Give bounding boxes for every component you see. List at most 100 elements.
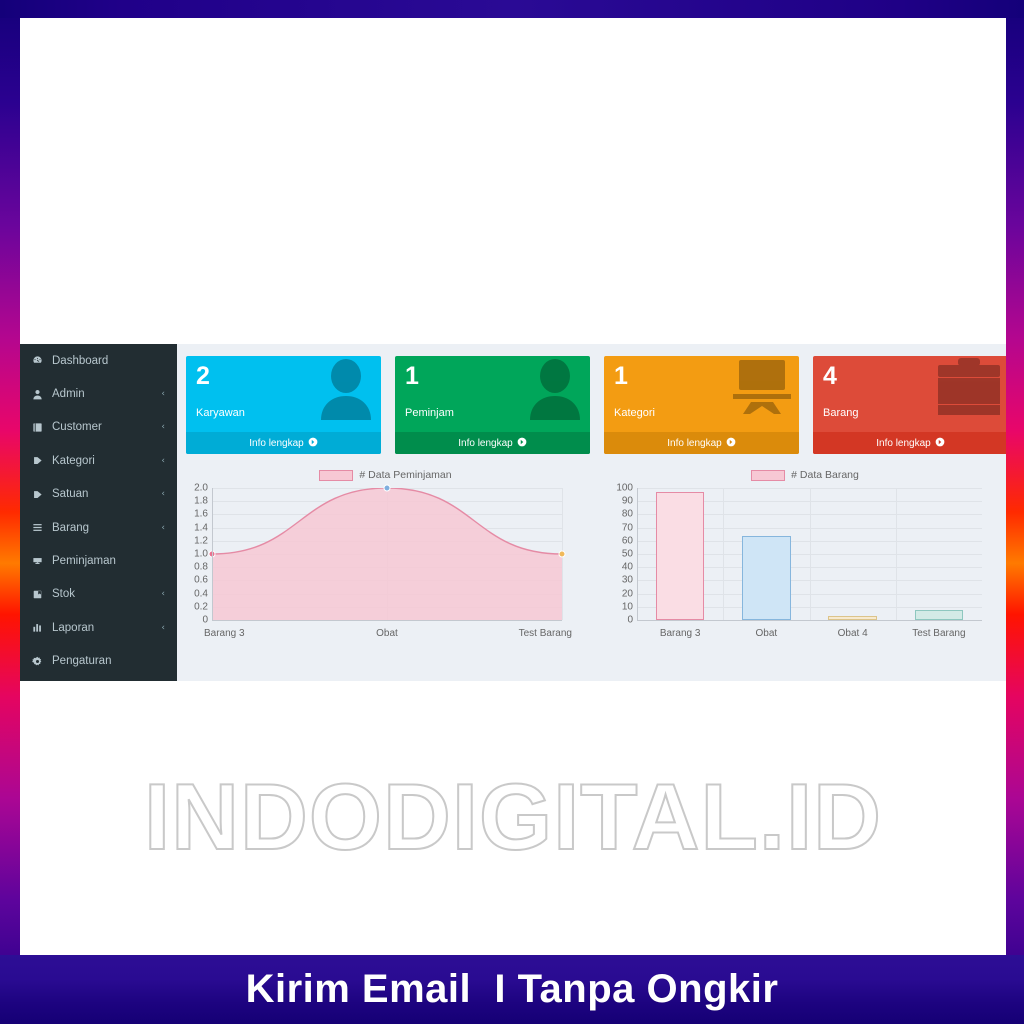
- x-tick-label: Test Barang: [518, 628, 572, 639]
- sidebar-item-peminjaman[interactable]: Peminjaman: [20, 544, 177, 577]
- arrow-circle-right-icon: [308, 437, 318, 450]
- y-tick-label: 1.8: [194, 495, 208, 507]
- chevron-left-icon: ‹: [161, 389, 165, 400]
- chevron-left-icon: ‹: [161, 489, 165, 500]
- sidebar-item-dashboard[interactable]: Dashboard: [20, 344, 177, 377]
- bar: [742, 535, 791, 620]
- card-body: 1 Kategori: [604, 356, 799, 432]
- chart-bar-icon: [29, 622, 46, 633]
- sidebar-item-label: Barang: [52, 521, 90, 534]
- y-tick-label: 0.8: [194, 561, 208, 573]
- arrow-circle-right-icon: [517, 437, 527, 450]
- white-page-sheet: Dashboard Admin ‹ Customer ‹ Kategori ‹ …: [20, 18, 1006, 955]
- card-footer-label: Info lengkap: [876, 437, 931, 449]
- card-footer-label: Info lengkap: [458, 437, 513, 449]
- box-icon: [29, 589, 46, 600]
- sidebar-item-barang[interactable]: Barang ‹: [20, 511, 177, 544]
- bar: [914, 610, 964, 620]
- bar: [655, 491, 705, 620]
- sidebar-item-kategori[interactable]: Kategori ‹: [20, 444, 177, 477]
- stat-card-kategori[interactable]: 1 Kategori Info lengkap: [604, 356, 799, 454]
- sidebar-item-admin[interactable]: Admin ‹: [20, 377, 177, 410]
- x-tick-label: Barang 3: [659, 628, 701, 639]
- sidebar-item-label: Peminjaman: [52, 555, 116, 568]
- arrow-circle-right-icon: [726, 437, 736, 450]
- legend-label: # Data Peminjaman: [359, 469, 452, 481]
- card-number: 1: [614, 362, 628, 390]
- sidebar-item-laporan[interactable]: Laporan ‹: [20, 611, 177, 644]
- chevron-left-icon: ‹: [161, 622, 165, 633]
- y-tick-label: 0.6: [194, 574, 208, 586]
- chevron-left-icon: ‹: [161, 422, 165, 433]
- arrow-circle-right-icon: [935, 437, 945, 450]
- card-label: Peminjam: [405, 407, 454, 419]
- sidebar-item-pengaturan[interactable]: Pengaturan: [20, 645, 177, 678]
- top-border-band: [0, 0, 1024, 18]
- y-tick-label: 10: [621, 601, 633, 613]
- y-tick-label: 0.4: [194, 588, 208, 600]
- legend-swatch: [319, 469, 354, 481]
- card-number: 4: [823, 362, 837, 390]
- y-tick-label: 80: [621, 508, 633, 520]
- card-body: 2 Karyawan: [186, 356, 381, 432]
- y-tick-label: 50: [621, 548, 633, 560]
- user-icon: [29, 389, 46, 400]
- sidebar-item-label: Laporan: [52, 621, 95, 634]
- sidebar-item-satuan[interactable]: Satuan ‹: [20, 478, 177, 511]
- stat-card-barang[interactable]: 4 Barang Info lengkap: [813, 356, 1006, 454]
- tag-icon: [29, 455, 46, 466]
- y-tick-label: 70: [621, 522, 633, 534]
- y-tick-label: 60: [621, 535, 633, 547]
- promo-banner: Kirim Email I Tanpa Ongkir: [0, 955, 1024, 1024]
- stat-card-peminjam[interactable]: 1 Peminjam Info lengkap: [395, 356, 590, 454]
- legend-label: # Data Barang: [791, 469, 859, 481]
- card-label: Karyawan: [196, 407, 245, 419]
- sidebar-item-label: Satuan: [52, 488, 89, 501]
- data-point: [383, 484, 391, 492]
- info-lengkap-button[interactable]: Info lengkap: [395, 432, 590, 454]
- line-chart: # Data Peminjaman 2.0 1.8 1.6 1.4 1.2 1.0 0.8 0…: [186, 466, 585, 651]
- y-tick-label: 1.0: [194, 548, 208, 560]
- sidebar-item-customer[interactable]: Customer ‹: [20, 411, 177, 444]
- y-tick-label: 1.2: [194, 535, 208, 547]
- tag-icon: [29, 489, 46, 500]
- promo-banner-text: Kirim Email I Tanpa Ongkir: [245, 967, 779, 1011]
- card-footer-label: Info lengkap: [249, 437, 304, 449]
- sidebar-item-label: Admin: [52, 388, 85, 401]
- y-tick-label: 30: [621, 574, 633, 586]
- line-chart-legend: # Data Peminjaman: [186, 466, 585, 484]
- y-tick-label: 20: [621, 588, 633, 600]
- area-series: [212, 488, 562, 620]
- info-lengkap-button[interactable]: Info lengkap: [604, 432, 799, 454]
- info-lengkap-button[interactable]: Info lengkap: [813, 432, 1006, 454]
- x-tick-label: Obat: [755, 628, 778, 639]
- info-lengkap-button[interactable]: Info lengkap: [186, 432, 381, 454]
- card-body: 4 Barang: [813, 356, 1006, 432]
- card-label: Barang: [823, 407, 859, 419]
- legend-swatch: [751, 469, 786, 481]
- x-tick-label: Barang 3: [204, 628, 245, 639]
- bar-chart-plot: [637, 488, 982, 621]
- x-tick-label: Obat: [376, 628, 398, 639]
- stat-card-karyawan[interactable]: 2 Karyawan Info lengkap: [186, 356, 381, 454]
- card-label: Kategori: [614, 407, 655, 419]
- y-tick-label: 0.2: [194, 601, 208, 613]
- main-content: 2 Karyawan Info lengkap 1 Peminjam Info …: [177, 344, 1006, 681]
- sidebar-item-label: Kategori: [52, 454, 95, 467]
- y-tick-label: 1.4: [194, 522, 208, 534]
- card-footer-label: Info lengkap: [667, 437, 722, 449]
- sidebar-item-stok[interactable]: Stok ‹: [20, 578, 177, 611]
- sidebar-item-label: Pengaturan: [52, 655, 112, 668]
- card-number: 2: [196, 362, 210, 390]
- bar-chart-legend: # Data Barang: [603, 466, 1006, 484]
- card-number: 1: [405, 362, 419, 390]
- y-tick-label: 90: [621, 495, 633, 507]
- promo-frame: Dashboard Admin ‹ Customer ‹ Kategori ‹ …: [0, 0, 1024, 1024]
- cart-icon: [29, 556, 46, 567]
- sidebar-item-label: Dashboard: [52, 354, 109, 367]
- y-tick-label: 1.6: [194, 508, 208, 520]
- sidebar-item-label: Customer: [52, 421, 102, 434]
- x-tick-label: Test Barang: [912, 628, 966, 639]
- sidebar-item-label: Stok: [52, 588, 76, 601]
- data-point: [558, 550, 566, 558]
